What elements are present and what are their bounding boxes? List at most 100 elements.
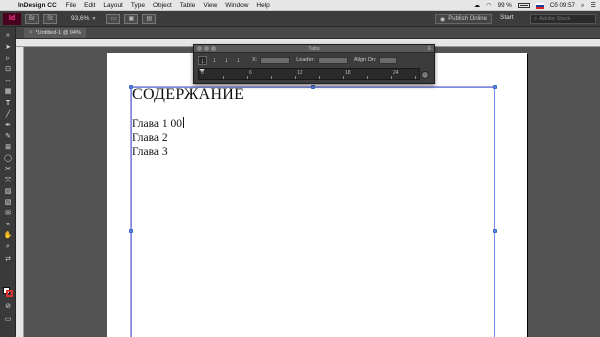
leader-label: Leader: — [296, 57, 315, 63]
tab-ruler-row: 0 6 12 18 24 — [198, 67, 430, 81]
note-tool-icon[interactable]: ✉ — [3, 209, 13, 218]
pencil-tool-icon[interactable]: ✎ — [3, 132, 13, 141]
ruler-number: 12 — [297, 70, 303, 76]
rectangle-frame-tool-icon[interactable]: ⊠ — [3, 143, 13, 152]
ruler-tick — [319, 76, 320, 79]
arrange-documents-button[interactable]: ▤ — [142, 13, 157, 24]
creative-cloud-icon[interactable]: ☁ — [474, 2, 480, 9]
content-collector-icon[interactable]: ▦ — [3, 87, 13, 96]
ruler-number: 18 — [345, 70, 351, 76]
workspace-switcher[interactable]: Start — [500, 14, 514, 21]
document-tab-bar: × *Untitled-1 @ 94% — [16, 27, 600, 39]
scissors-tool-icon[interactable]: ✂ — [3, 165, 13, 174]
toc-line[interactable]: Глава 1 00 — [132, 117, 244, 131]
eyedropper-tool-icon[interactable]: ⌁ — [3, 220, 13, 229]
view-options-button[interactable]: ▭ — [106, 13, 121, 24]
stock-button[interactable]: St — [43, 13, 57, 24]
tabs-panel-titlebar[interactable]: Tabs ≡ — [194, 45, 434, 53]
right-justified-tab-icon[interactable]: ↓ — [222, 56, 231, 65]
position-panel-above-frame-icon[interactable] — [421, 71, 429, 79]
x-position-field[interactable] — [260, 56, 291, 64]
chevron-down-icon[interactable]: ▼ — [91, 16, 96, 22]
screen-mode-button[interactable]: ▣ — [124, 13, 139, 24]
zoom-tool-icon[interactable]: ⌕ — [3, 242, 13, 251]
x-label: X: — [252, 57, 258, 63]
app-name-menu[interactable]: InDesign CC — [18, 2, 57, 9]
left-justified-tab-icon[interactable]: ↓ — [198, 55, 207, 65]
search-icon: ⌕ — [534, 15, 538, 22]
frame-handle-top-right[interactable] — [493, 85, 497, 89]
type-tool-icon[interactable]: T — [3, 99, 13, 108]
wifi-icon[interactable]: ◠ — [486, 2, 491, 9]
screen-mode-icon[interactable]: ▭ — [3, 315, 13, 324]
apply-none-icon[interactable]: ⊘ — [3, 302, 13, 311]
search-placeholder: Adobe Stock — [539, 16, 571, 22]
page-tool-icon[interactable]: ⊡ — [3, 65, 13, 74]
menu-window[interactable]: Window — [225, 2, 248, 9]
frame-handle-middle-right[interactable] — [493, 229, 497, 233]
close-icon[interactable]: × — [29, 30, 33, 36]
menu-view[interactable]: View — [203, 2, 217, 9]
zoom-level[interactable]: 93,6% — [71, 15, 89, 22]
menu-edit[interactable]: Edit — [84, 2, 95, 9]
toc-line[interactable]: Глава 3 — [132, 145, 244, 159]
leader-field[interactable] — [317, 56, 348, 64]
align-to-decimal-tab-icon[interactable]: ↓ — [234, 56, 243, 65]
ruler-tick — [343, 76, 344, 79]
gap-tool-icon[interactable]: ↔ — [3, 76, 13, 85]
story-text[interactable]: СОДЕРЖАНИЕ Глава 1 00 Глава 2 Глава 3 — [132, 85, 244, 159]
center-justified-tab-icon[interactable]: ↓ — [210, 56, 219, 65]
direct-selection-tool-icon[interactable]: ▹ — [3, 54, 13, 63]
ruler-tick — [247, 76, 248, 79]
pen-tool-icon[interactable]: ✒ — [3, 121, 13, 130]
align-on-label: Align On: — [353, 57, 377, 63]
battery-icon[interactable] — [517, 3, 530, 8]
status-area: ☁ ◠ 99 % Сб 09:57 ⌕ ☰ — [474, 0, 596, 11]
default-colors-icon[interactable]: ⇄ — [3, 255, 13, 264]
line-tool-icon[interactable]: ╱ — [3, 110, 13, 119]
document-tab[interactable]: × *Untitled-1 @ 94% — [24, 28, 86, 38]
gradient-feather-tool-icon[interactable]: ▧ — [3, 198, 13, 207]
menu-file[interactable]: File — [66, 2, 76, 9]
ruler-tick — [295, 76, 296, 79]
ruler-tick — [223, 76, 224, 79]
menu-help[interactable]: Help — [256, 2, 269, 9]
menu-object[interactable]: Object — [153, 2, 172, 9]
publish-label: Publish Online — [448, 16, 487, 22]
free-transform-tool-icon[interactable]: ⤧ — [3, 176, 13, 185]
selection-tool-icon[interactable]: ➤ — [3, 43, 13, 52]
ruler-tick — [367, 76, 368, 79]
collapse-icon[interactable]: » — [3, 31, 13, 40]
menu-table[interactable]: Table — [180, 2, 196, 9]
menu-type[interactable]: Type — [131, 2, 145, 9]
hand-tool-icon[interactable]: ✋ — [3, 231, 13, 240]
bridge-button[interactable]: Br — [25, 13, 39, 24]
tabs-panel: Tabs ≡ ↓ ↓ ↓ ↓ X: Leader: Align On: 0 6 … — [193, 44, 435, 84]
frame-handle-top-center[interactable] — [311, 85, 315, 89]
notification-center-icon[interactable]: ☰ — [590, 2, 596, 9]
toc-line[interactable]: Глава 2 — [132, 131, 244, 145]
ruler-number: 6 — [249, 70, 252, 76]
clock[interactable]: Сб 09:57 — [550, 2, 575, 9]
stock-search-input[interactable]: ⌕ Adobe Stock — [530, 14, 596, 24]
toc-line-text[interactable]: Глава 1 00 — [132, 118, 182, 130]
ruler-tick — [271, 76, 272, 79]
toc-heading[interactable]: СОДЕРЖАНИЕ — [132, 85, 244, 105]
menu-layout[interactable]: Layout — [103, 2, 123, 9]
document-tab-label: *Untitled-1 @ 94% — [35, 30, 81, 36]
ruler-number: 24 — [393, 70, 399, 76]
panel-menu-icon[interactable]: ≡ — [427, 45, 431, 53]
text-cursor — [183, 117, 185, 128]
tab-ruler[interactable]: 0 6 12 18 24 — [198, 68, 429, 80]
input-source-flag-icon[interactable] — [535, 2, 544, 9]
spotlight-icon[interactable]: ⌕ — [581, 2, 584, 10]
ruler-tick — [391, 76, 392, 79]
align-on-field[interactable] — [379, 56, 398, 64]
frame-handle-middle-left[interactable] — [129, 229, 133, 233]
vertical-ruler[interactable] — [16, 47, 24, 337]
stroke-swatch[interactable] — [6, 290, 13, 297]
gradient-swatch-tool-icon[interactable]: ▨ — [3, 187, 13, 196]
tabs-panel-controls: ↓ ↓ ↓ ↓ X: Leader: Align On: — [194, 53, 434, 67]
ellipse-tool-icon[interactable]: ◯ — [3, 154, 13, 163]
publish-online-button[interactable]: ◉ Publish Online — [435, 14, 492, 24]
